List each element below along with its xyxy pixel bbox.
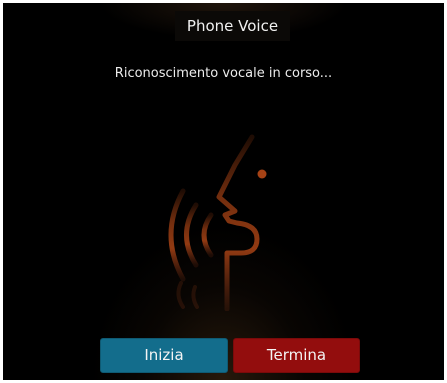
window-title: Phone Voice xyxy=(175,11,290,41)
speaking-head-icon xyxy=(168,134,267,311)
status-text: Riconoscimento vocale in corso... xyxy=(114,66,333,81)
start-button[interactable]: Inizia xyxy=(100,338,228,373)
app-window: Phone Voice Riconoscimento vocale in cor… xyxy=(3,3,444,380)
stop-button[interactable]: Termina xyxy=(233,338,360,373)
